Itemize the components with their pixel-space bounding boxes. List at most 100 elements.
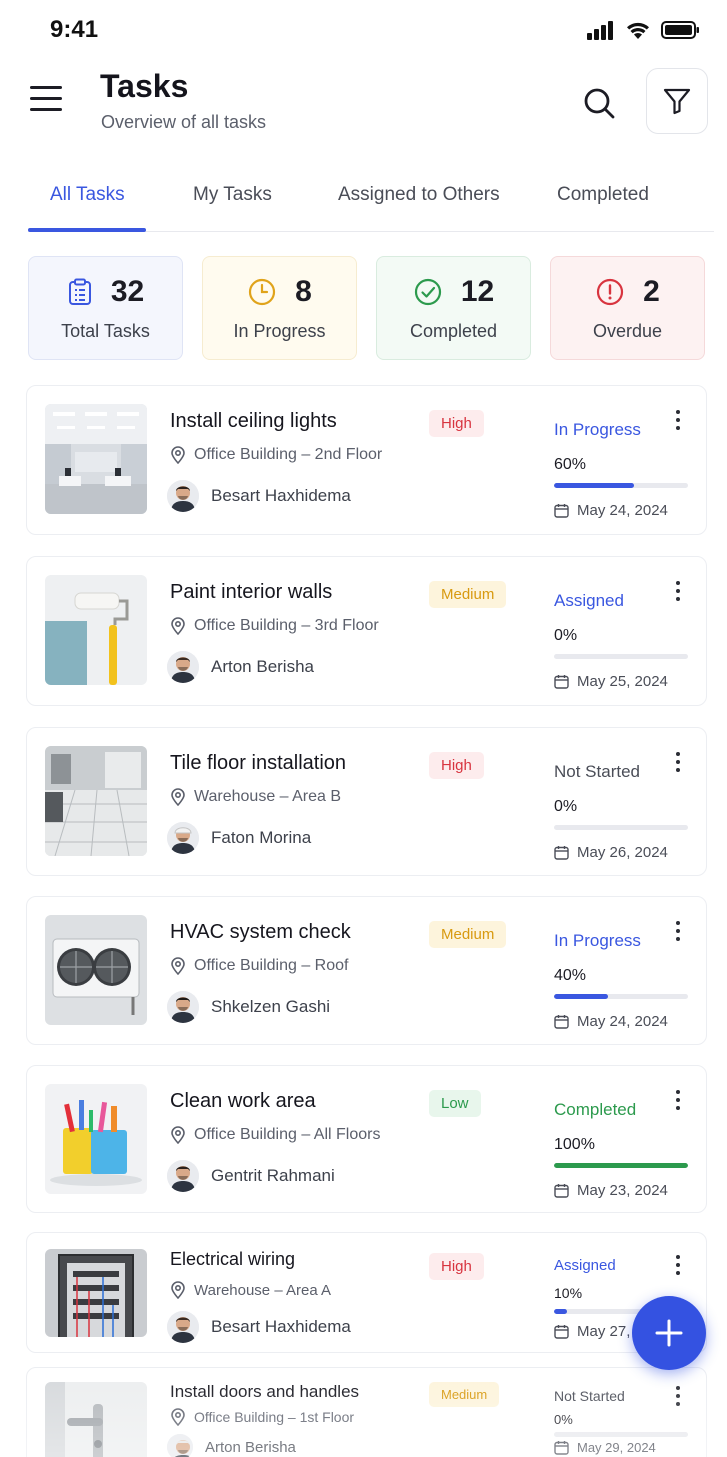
task-status: Assigned (554, 591, 624, 610)
tab-completed[interactable]: Completed (557, 184, 649, 206)
assignee-name: Arton Berisha (211, 657, 314, 676)
task-due-date: May 29, 2024 (554, 1440, 656, 1455)
more-options-icon[interactable] (673, 410, 683, 434)
more-options-icon[interactable] (673, 1255, 683, 1279)
task-assignee: Faton Morina (167, 822, 311, 854)
progress-percent: 60% (554, 456, 587, 473)
assignee-name: Faton Morina (211, 828, 312, 847)
task-title: Install ceiling lights (170, 410, 337, 432)
progress-bar (554, 654, 688, 659)
progress-percent: 0% (554, 627, 578, 644)
task-card[interactable]: Clean work area Office Building – All Fl… (26, 1065, 707, 1213)
status-icons (587, 20, 701, 40)
tab-bar: All Tasks My Tasks Assigned to Others Co… (28, 172, 714, 232)
location-pin-icon (171, 1408, 185, 1426)
progress-bar-fill (554, 994, 608, 999)
more-options-icon[interactable] (673, 1386, 683, 1410)
clipboard-icon (68, 278, 91, 305)
stat-value: 32 (110, 275, 145, 308)
status-time: 9:41 (50, 16, 99, 43)
filter-button[interactable] (646, 68, 708, 134)
header: Tasks Overview of all tasks (0, 62, 727, 152)
battery-icon (661, 21, 699, 39)
task-location: Office Building – Roof (170, 957, 348, 975)
hvac-unit-image (45, 915, 147, 1025)
progress-percent: 10% (554, 1285, 583, 1301)
task-location-text: Office Building – Roof (194, 957, 349, 974)
alert-circle-icon (597, 278, 624, 306)
task-assignee: Besart Haxhidema (167, 480, 351, 512)
menu-icon[interactable] (30, 86, 66, 116)
progress-bar (554, 1432, 688, 1437)
task-title: Tile floor installation (170, 752, 347, 774)
more-options-icon[interactable] (673, 1090, 683, 1114)
task-card[interactable]: Electrical wiring Warehouse – Area A Bes… (26, 1232, 707, 1353)
tab-all-tasks[interactable]: All Tasks (50, 184, 125, 206)
task-status: Assigned (554, 1257, 616, 1274)
location-pin-icon (171, 788, 185, 806)
priority-badge: Medium (429, 581, 507, 608)
more-options-icon[interactable] (673, 581, 683, 605)
search-icon[interactable] (580, 84, 620, 124)
tab-my-tasks[interactable]: My Tasks (193, 184, 272, 206)
task-location-text: Office Building – 2nd Floor (194, 446, 383, 463)
task-location-text: Warehouse – Area A (194, 1281, 332, 1299)
due-date-text: May 23, 2024 (577, 1182, 668, 1199)
task-title: Install doors and handles (170, 1382, 360, 1401)
location-pin-icon (171, 1126, 185, 1144)
due-date-text: May 24, 2024 (577, 1013, 668, 1030)
calendar-icon (554, 504, 569, 518)
task-title: Clean work area (170, 1090, 316, 1112)
task-location-text: Warehouse – Area B (194, 788, 342, 805)
task-card[interactable]: Install ceiling lights Office Building –… (26, 385, 707, 535)
location-pin-icon (171, 957, 185, 975)
task-card[interactable]: Paint interior walls Office Building – 3… (26, 556, 707, 706)
stat-card-in-progress[interactable]: 8 In Progress (202, 256, 357, 360)
more-options-icon[interactable] (673, 752, 683, 776)
task-due-date: May 27, 2 (554, 1323, 643, 1340)
due-date-text: May 26, 2024 (577, 844, 668, 861)
clock-icon (249, 278, 276, 306)
filter-icon (663, 88, 691, 115)
stat-card-completed[interactable]: 12 Completed (376, 256, 531, 360)
priority-badge: Medium (429, 921, 507, 948)
task-card[interactable]: Install doors and handles Office Buildin… (26, 1367, 707, 1457)
task-status: Not Started (554, 762, 640, 781)
task-status: Not Started (554, 1388, 625, 1404)
task-card[interactable]: HVAC system check Office Building – Roof… (26, 896, 707, 1045)
task-status: In Progress (554, 420, 641, 439)
task-assignee: Shkelzen Gashi (167, 991, 330, 1023)
office-interior-image (45, 404, 147, 514)
assignee-name: Arton Berisha (205, 1438, 296, 1456)
due-date-text: May 29, 2024 (577, 1440, 656, 1455)
task-due-date: May 24, 2024 (554, 502, 668, 519)
progress-bar-fill (554, 1309, 568, 1314)
task-location: Office Building – 3rd Floor (170, 617, 379, 635)
progress-percent: 40% (554, 967, 587, 984)
more-options-icon[interactable] (673, 921, 683, 945)
electrical-panel-image (45, 1249, 147, 1337)
avatar (167, 651, 199, 683)
tile-floor-image (45, 746, 147, 856)
progress-bar (554, 994, 688, 999)
task-due-date: May 23, 2024 (554, 1182, 668, 1199)
task-assignee: Arton Berisha (167, 1434, 296, 1457)
priority-badge: Medium (429, 1382, 500, 1407)
progress-percent: 100% (554, 1136, 595, 1153)
priority-badge: Low (429, 1090, 481, 1117)
cleaning-supplies-image (45, 1084, 147, 1194)
task-card[interactable]: Tile floor installation Warehouse – Area… (26, 727, 707, 876)
priority-badge: High (429, 410, 484, 437)
stat-card-total-tasks[interactable]: 32 Total Tasks (28, 256, 183, 360)
add-task-button[interactable] (632, 1296, 706, 1370)
task-location: Warehouse – Area B (170, 788, 341, 806)
task-assignee: Arton Berisha (167, 651, 314, 683)
progress-bar-fill (554, 1163, 688, 1168)
task-assignee: Gentrit Rahmani (167, 1160, 335, 1192)
stat-card-overdue[interactable]: 2 Overdue (550, 256, 705, 360)
avatar (167, 1160, 199, 1192)
progress-bar (554, 483, 688, 488)
stat-label: Overdue (592, 321, 663, 341)
task-due-date: May 25, 2024 (554, 673, 668, 690)
tab-assigned-to-others[interactable]: Assigned to Others (338, 184, 500, 206)
